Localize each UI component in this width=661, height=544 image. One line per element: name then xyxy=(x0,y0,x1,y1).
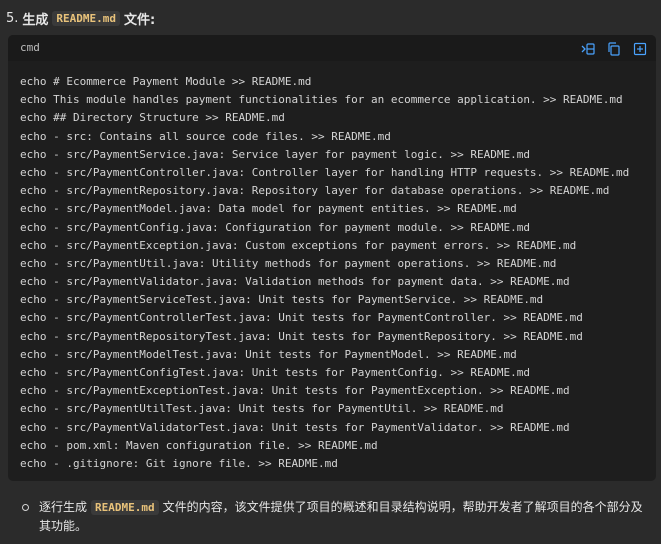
code-line: echo - .gitignore: Git ignore file. >> R… xyxy=(20,456,338,470)
bullet-filename: README.md xyxy=(91,500,159,515)
code-line: echo - src/PaymentUtil.java: Utility met… xyxy=(20,256,557,270)
insert-into-terminal-button[interactable] xyxy=(579,40,596,57)
step-heading: 5. 生成 README.md 文件: xyxy=(6,8,155,28)
bullet-circle-icon xyxy=(22,504,29,511)
code-block-header: cmd xyxy=(8,35,656,61)
code-line: echo # Ecommerce Payment Module >> READM… xyxy=(20,75,312,88)
code-toolbar xyxy=(579,40,648,57)
step-number: 5. xyxy=(6,10,19,26)
top-edge xyxy=(0,0,661,6)
code-line: echo ## Directory Structure >> README.md xyxy=(20,111,285,125)
code-line: echo - src/PaymentExceptionTest.java: Un… xyxy=(20,384,570,398)
new-file-button[interactable] xyxy=(631,40,648,57)
code-line: echo - src/PaymentValidatorTest.java: Un… xyxy=(20,420,570,434)
code-block: cmd echo # Ecommerce Payment Module >> R… xyxy=(8,35,656,481)
code-line: echo - src/PaymentRepository.java: Repos… xyxy=(20,184,610,198)
code-line: echo - src/PaymentController.java: Contr… xyxy=(20,165,630,179)
code-line: echo - src/PaymentConfigTest.java: Unit … xyxy=(20,366,530,379)
code-lines: echo # Ecommerce Payment Module >> READM… xyxy=(20,73,650,473)
code-line: echo - src/PaymentRepositoryTest.java: U… xyxy=(20,329,583,343)
code-line: echo - src/PaymentValidator.java: Valida… xyxy=(20,275,570,289)
code-line: echo This module handles payment functio… xyxy=(20,93,623,107)
code-line: echo - src/PaymentService.java: Service … xyxy=(20,147,530,161)
copy-button[interactable] xyxy=(605,40,622,57)
code-line: echo - src/PaymentModelTest.java: Unit t… xyxy=(20,347,517,361)
insert-into-terminal-icon xyxy=(581,42,595,55)
code-line: echo - pom.xml: Maven configuration file… xyxy=(20,438,378,452)
chat-message: 5. 生成 README.md 文件: cmd echo # Ecommerce… xyxy=(0,0,661,544)
heading-filename: README.md xyxy=(52,10,121,26)
bullet-text: 逐行生成 README.md 文件的内容，该文件提供了项目的概述和目录结构说明，帮助… xyxy=(39,498,649,536)
code-line: echo - src/PaymentModel.java: Data model… xyxy=(20,202,517,216)
code-line: echo - src/PaymentConfig.java: Configura… xyxy=(20,220,530,234)
bullet-item: 逐行生成 README.md 文件的内容，该文件提供了项目的概述和目录结构说明，帮助… xyxy=(22,498,652,536)
code-line: echo - src/PaymentServiceTest.java: Unit… xyxy=(20,293,544,307)
code-language-label: cmd xyxy=(20,41,40,54)
new-file-icon xyxy=(633,42,646,55)
code-line: echo - src/PaymentUtilTest.java: Unit te… xyxy=(20,402,504,416)
code-line: echo - src: Contains all source code fil… xyxy=(20,129,391,143)
bullet-prefix: 逐行生成 xyxy=(39,500,88,514)
heading-suffix: 文件: xyxy=(124,12,156,28)
copy-icon xyxy=(607,41,620,56)
code-line: echo - src/PaymentControllerTest.java: U… xyxy=(20,311,583,325)
heading-prefix: 生成 xyxy=(22,12,49,28)
code-line: echo - src/PaymentException.java: Custom… xyxy=(20,238,577,252)
